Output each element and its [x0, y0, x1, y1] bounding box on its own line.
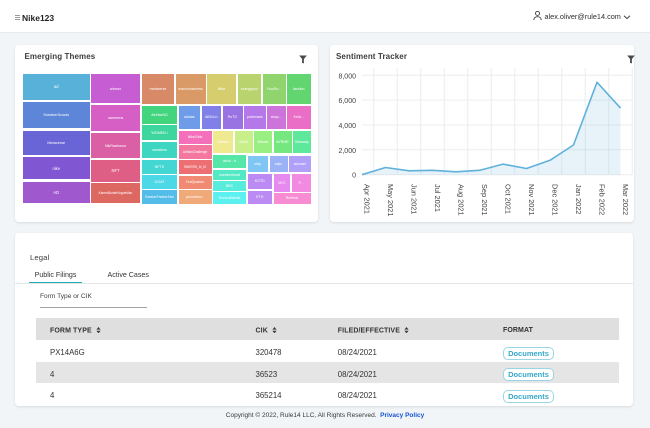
svg-text:Oct 2021: Oct 2021: [504, 184, 513, 214]
svg-text:Jun 2021: Jun 2021: [410, 184, 419, 214]
svg-text:Dec 2021: Dec 2021: [551, 184, 560, 216]
svg-text:Feb 2022: Feb 2022: [598, 184, 607, 215]
svg-text:May 2021: May 2021: [386, 184, 395, 216]
svg-text:8,000: 8,000: [338, 73, 356, 80]
svg-text:0: 0: [352, 173, 356, 180]
svg-text:6,000: 6,000: [338, 98, 356, 105]
svg-text:Apr 2021: Apr 2021: [363, 184, 372, 214]
svg-text:4,000: 4,000: [338, 123, 356, 130]
svg-text:Jan 2022: Jan 2022: [574, 184, 583, 214]
svg-text:Mar 2022: Mar 2022: [621, 184, 630, 215]
svg-text:Nov 2021: Nov 2021: [527, 184, 536, 216]
svg-text:Aug 2021: Aug 2021: [457, 184, 466, 216]
svg-text:2,000: 2,000: [338, 148, 356, 155]
svg-text:Jul 2021: Jul 2021: [433, 184, 442, 212]
svg-text:Sep 2021: Sep 2021: [480, 184, 489, 216]
